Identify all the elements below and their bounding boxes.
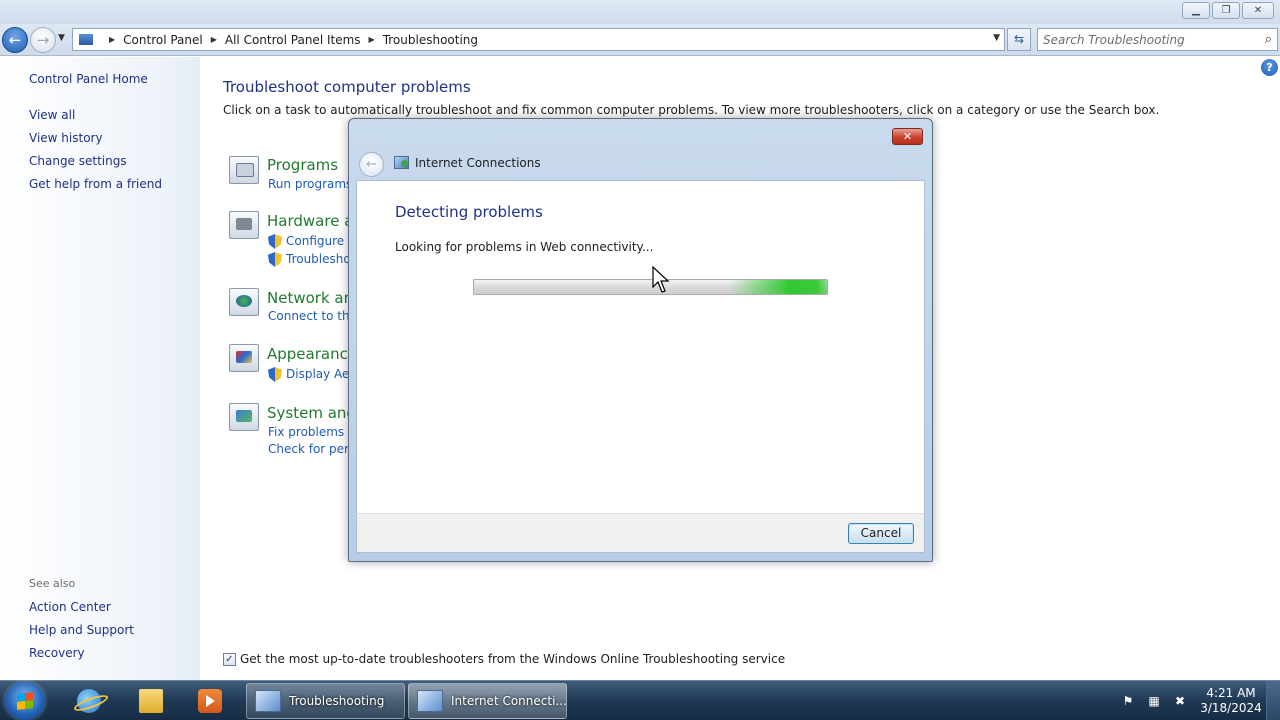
minimize-button[interactable]: ▁	[1182, 2, 1210, 19]
maximize-button[interactable]: ❐	[1212, 2, 1240, 19]
category-programs-link[interactable]: Run programs	[268, 177, 352, 191]
clock-date: 3/18/2024	[1200, 701, 1262, 715]
taskbar-task-label: Internet Connecti...	[451, 694, 566, 708]
troubleshooting-icon	[255, 690, 281, 712]
taskbar-internet-explorer[interactable]	[62, 684, 116, 718]
taskbar-task-internet-connections[interactable]: Internet Connecti...	[408, 683, 567, 719]
forward-button[interactable]: →	[30, 27, 56, 53]
category-network-link[interactable]: Connect to the	[268, 309, 357, 323]
chevron-right-icon[interactable]: ▶	[211, 35, 217, 44]
caption-buttons: ▁ ❐ ✕	[1182, 2, 1274, 19]
address-bar[interactable]: ▶ Control Panel ▶ All Control Panel Item…	[72, 28, 1005, 51]
hardware-icon[interactable]	[229, 211, 259, 239]
programs-icon[interactable]	[229, 156, 259, 184]
notification-area: ⚑ ▦ ✖	[1120, 693, 1188, 709]
address-toolbar: ← → ▼ ▶ Control Panel ▶ All Control Pane…	[0, 24, 1280, 56]
network-icon[interactable]	[229, 288, 259, 316]
internet-connections-icon	[417, 690, 443, 712]
progress-bar	[473, 279, 828, 295]
action-center-link[interactable]: Action Center	[29, 600, 111, 614]
get-help-link[interactable]: Get help from a friend	[29, 177, 162, 191]
window-titlebar: ▁ ❐ ✕	[0, 0, 1280, 24]
taskbar-media-player[interactable]	[183, 684, 237, 718]
shield-icon	[268, 367, 282, 382]
refresh-button[interactable]: ⇆	[1007, 28, 1031, 51]
category-hardware[interactable]: Hardware a	[267, 212, 353, 230]
mouse-pointer-icon	[652, 266, 670, 293]
online-troubleshooting-checkbox[interactable]: ✓	[223, 652, 236, 666]
internet-connections-icon	[394, 156, 409, 169]
dialog-close-button[interactable]: ✕	[892, 128, 923, 145]
change-settings-link[interactable]: Change settings	[29, 154, 127, 168]
help-and-support-link[interactable]: Help and Support	[29, 623, 134, 637]
show-desktop-button[interactable]	[1266, 681, 1280, 720]
media-player-icon	[198, 689, 222, 713]
clock-time: 4:21 AM	[1206, 686, 1256, 700]
help-icon[interactable]: ?	[1261, 59, 1278, 76]
dialog-back-button[interactable]: ←	[359, 152, 384, 177]
search-input[interactable]	[1043, 32, 1253, 47]
action-center-flag-icon[interactable]: ⚑	[1120, 693, 1136, 709]
internet-explorer-icon	[77, 689, 101, 713]
progress-marquee	[729, 280, 827, 294]
page-title: Troubleshoot computer problems	[223, 78, 471, 96]
dialog-content: Detecting problems Looking for problems …	[356, 180, 925, 513]
taskbar-task-troubleshooting[interactable]: Troubleshooting	[246, 683, 405, 719]
breadcrumb-control-panel[interactable]: Control Panel	[123, 33, 203, 47]
dialog-status-text: Looking for problems in Web connectivity…	[395, 240, 654, 254]
recent-pages-dropdown[interactable]: ▼	[58, 33, 65, 43]
cancel-button[interactable]: Cancel	[848, 523, 914, 544]
category-hardware-link-2[interactable]: Troublesho	[286, 252, 351, 266]
category-programs[interactable]: Programs	[267, 156, 338, 174]
page-description: Click on a task to automatically trouble…	[223, 103, 1160, 117]
control-panel-home-link[interactable]: Control Panel Home	[29, 72, 148, 86]
volume-muted-icon[interactable]: ✖	[1172, 693, 1188, 709]
chevron-right-icon[interactable]: ▶	[109, 35, 115, 44]
dialog-title: Internet Connections	[415, 156, 541, 170]
category-system[interactable]: System and	[267, 404, 356, 422]
online-troubleshooting-option[interactable]: ✓ Get the most up-to-date troubleshooter…	[223, 652, 785, 666]
category-appearance[interactable]: Appearance	[267, 345, 357, 363]
online-troubleshooting-label[interactable]: Get the most up-to-date troubleshooters …	[240, 652, 785, 666]
taskbar-file-explorer[interactable]	[124, 684, 178, 718]
left-nav-pane: Control Panel Home View all View history…	[0, 57, 200, 680]
chevron-down-icon[interactable]: ▼	[993, 33, 1000, 43]
search-box[interactable]: ⌕	[1037, 28, 1278, 51]
appearance-icon[interactable]	[229, 344, 259, 372]
taskbar-task-label: Troubleshooting	[289, 694, 385, 708]
category-system-link-2[interactable]: Check for perfo	[268, 442, 361, 456]
search-icon[interactable]: ⌕	[1265, 32, 1272, 47]
back-button[interactable]: ←	[2, 27, 28, 53]
category-system-link-1[interactable]: Fix problems w	[268, 425, 358, 439]
breadcrumb-troubleshooting[interactable]: Troubleshooting	[383, 33, 478, 47]
chevron-right-icon[interactable]: ▶	[369, 35, 375, 44]
folder-icon	[139, 689, 163, 713]
view-history-link[interactable]: View history	[29, 131, 103, 145]
recovery-link[interactable]: Recovery	[29, 646, 85, 660]
breadcrumb-all-items[interactable]: All Control Panel Items	[225, 33, 361, 47]
system-clock[interactable]: 4:21 AM 3/18/2024	[1198, 686, 1264, 716]
view-all-link[interactable]: View all	[29, 108, 75, 122]
system-security-icon[interactable]	[229, 403, 259, 431]
see-also-label: See also	[29, 577, 76, 590]
shield-icon	[268, 234, 282, 249]
taskbar: Troubleshooting Internet Connecti... ⚑ ▦…	[0, 680, 1280, 720]
control-panel-icon	[79, 34, 93, 45]
dialog-heading: Detecting problems	[395, 203, 543, 221]
category-network[interactable]: Network an	[267, 289, 353, 307]
category-hardware-link-1[interactable]: Configure a	[286, 234, 355, 248]
close-button[interactable]: ✕	[1242, 2, 1274, 19]
dialog-footer: Cancel	[356, 513, 925, 553]
shield-icon	[268, 252, 282, 267]
start-button[interactable]	[5, 682, 45, 720]
troubleshooter-dialog: ✕ ← Internet Connections Detecting probl…	[348, 118, 933, 562]
network-icon[interactable]: ▦	[1146, 693, 1162, 709]
